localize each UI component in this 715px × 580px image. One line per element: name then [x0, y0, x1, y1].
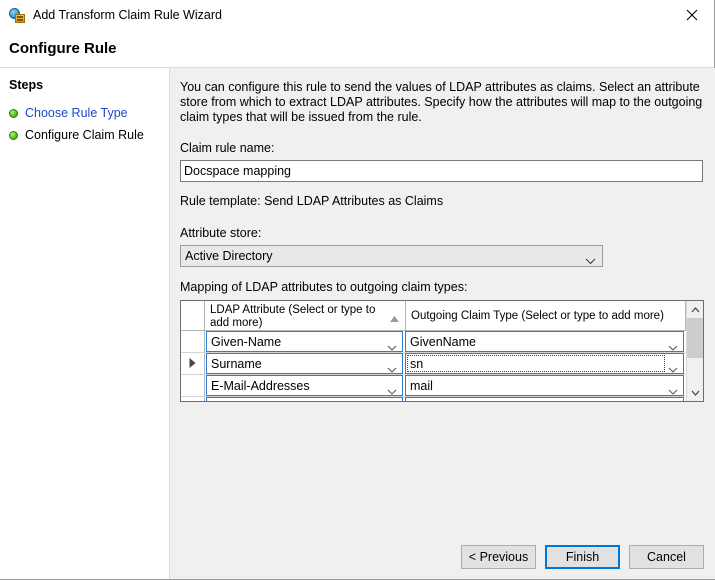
body: Steps Choose Rule Type Configure Claim R… — [0, 68, 715, 579]
rule-template-text: Rule template: Send LDAP Attributes as C… — [180, 194, 444, 208]
row-selector[interactable] — [181, 397, 205, 401]
content-pane: You can configure this rule to send the … — [170, 68, 715, 579]
cell-value: E-Mail-Addresses — [211, 378, 310, 393]
cell-value: GivenName — [410, 334, 476, 349]
finish-button[interactable]: Finish — [545, 544, 620, 569]
scrollbar-thumb[interactable] — [686, 318, 703, 358]
current-row-indicator-icon — [189, 357, 196, 371]
step-label: Configure Claim Rule — [25, 128, 144, 142]
step-label: Choose Rule Type — [25, 106, 128, 120]
step-item-choose-rule-type[interactable]: Choose Rule Type — [0, 102, 169, 124]
intro-text: You can configure this rule to send the … — [180, 80, 703, 124]
chevron-down-icon — [585, 254, 596, 268]
page-header: Configure Rule — [0, 30, 714, 68]
scroll-up-icon[interactable] — [687, 301, 704, 318]
cell-outgoing-claim-type[interactable] — [405, 397, 684, 401]
mapping-label: Mapping of LDAP attributes to outgoing c… — [180, 280, 468, 294]
attribute-store-select[interactable]: Active Directory — [180, 245, 603, 267]
cell-value: Given-Name — [211, 334, 282, 349]
scrollbar-track[interactable] — [686, 318, 703, 384]
grid-main: LDAP Attribute (Select or type to add mo… — [181, 301, 686, 401]
cancel-button[interactable]: Cancel — [629, 544, 704, 569]
grid-header-ldap-label: LDAP Attribute (Select or type to add mo… — [210, 304, 376, 329]
cell-outgoing-claim-type[interactable]: mail — [405, 375, 684, 396]
cell-value: sn — [410, 356, 424, 371]
attribute-store-value: Active Directory — [185, 249, 273, 263]
wizard-window: Add Transform Claim Rule Wizard Configur… — [0, 0, 715, 580]
steps-heading: Steps — [9, 78, 44, 92]
row-selector[interactable] — [181, 353, 205, 374]
chevron-down-icon[interactable] — [387, 340, 397, 354]
footer-buttons: < Previous Finish Cancel — [170, 534, 715, 579]
scroll-down-icon[interactable] — [687, 384, 704, 401]
grid-header-rowselector — [181, 301, 205, 330]
table-row[interactable]: Given-Name GivenName — [181, 331, 686, 353]
cell-outgoing-claim-type[interactable]: GivenName — [405, 331, 684, 352]
steps-pane: Steps Choose Rule Type Configure Claim R… — [0, 68, 170, 579]
table-row-new[interactable] — [181, 397, 686, 401]
cell-outgoing-claim-type[interactable]: sn — [405, 353, 684, 374]
page-title: Configure Rule — [9, 40, 117, 57]
row-selector[interactable] — [181, 375, 205, 396]
grid-vertical-scrollbar[interactable] — [686, 301, 703, 401]
grid-header-row: LDAP Attribute (Select or type to add mo… — [181, 301, 686, 331]
chevron-down-icon[interactable] — [668, 340, 678, 354]
chevron-down-icon[interactable] — [387, 362, 397, 376]
grid-header-ldap-attribute[interactable]: LDAP Attribute (Select or type to add mo… — [205, 301, 406, 330]
grid-header-claim-label: Outgoing Claim Type (Select or type to a… — [411, 310, 664, 323]
cell-ldap-attribute[interactable]: Given-Name — [206, 331, 403, 352]
window-title: Add Transform Claim Rule Wizard — [33, 8, 222, 22]
step-bullet-icon — [9, 130, 18, 140]
title-bar: Add Transform Claim Rule Wizard — [0, 0, 714, 30]
claim-rule-wizard-icon — [9, 7, 25, 23]
chevron-down-icon[interactable] — [387, 384, 397, 398]
close-icon[interactable] — [669, 0, 714, 30]
claim-rule-name-label: Claim rule name: — [180, 141, 275, 155]
cell-value: Surname — [211, 356, 262, 371]
table-row[interactable]: E-Mail-Addresses mail — [181, 375, 686, 397]
grid-header-outgoing-claim-type[interactable]: Outgoing Claim Type (Select or type to a… — [406, 301, 686, 330]
cell-ldap-attribute[interactable]: Surname — [206, 353, 403, 374]
step-bullet-icon — [9, 108, 18, 118]
chevron-down-icon[interactable] — [668, 362, 678, 376]
sort-ascending-icon — [390, 313, 399, 326]
cell-value: mail — [410, 378, 433, 393]
chevron-down-icon[interactable] — [668, 384, 678, 398]
previous-button[interactable]: < Previous — [461, 544, 536, 569]
row-selector[interactable] — [181, 331, 205, 352]
claim-rule-name-input[interactable] — [180, 160, 703, 182]
cell-ldap-attribute[interactable]: E-Mail-Addresses — [206, 375, 403, 396]
table-row[interactable]: Surname sn — [181, 353, 686, 375]
step-item-configure-claim-rule[interactable]: Configure Claim Rule — [0, 124, 169, 146]
focus-ring — [407, 355, 665, 372]
ldap-mapping-grid: LDAP Attribute (Select or type to add mo… — [180, 300, 704, 402]
attribute-store-label: Attribute store: — [180, 226, 262, 240]
grid-rows: Given-Name GivenName Surname sn E-Mail-A… — [181, 331, 686, 401]
cell-ldap-attribute[interactable] — [206, 397, 403, 401]
